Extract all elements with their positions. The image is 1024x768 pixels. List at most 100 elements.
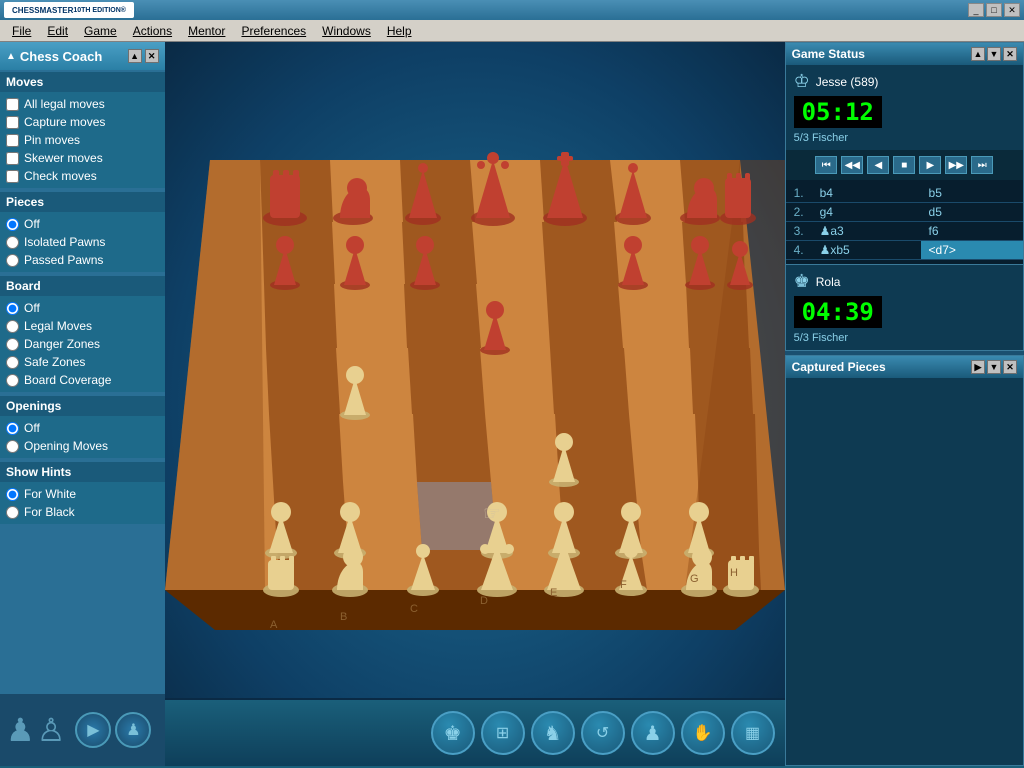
opening-moves-radio[interactable] [6,440,19,453]
radio-opening-moves[interactable]: Opening Moves [6,437,159,455]
board-container[interactable]: ☞ A B C D E F G H [165,42,785,698]
move-black-3[interactable]: f6 [921,222,1023,241]
board-off-radio[interactable] [6,302,19,315]
window-controls[interactable]: _ □ ✕ [968,3,1020,17]
chess-board-svg[interactable]: ☞ A B C D E F G H [165,70,785,670]
grid-button[interactable]: ▦ [731,711,775,755]
grid-toolbar-icon: ▦ [745,723,760,743]
game-status-minimize-button[interactable]: ▼ [987,47,1001,61]
move-row-3[interactable]: 3. ♟a3 f6 [786,222,1023,241]
game-status-controls[interactable]: ▲ ▼ ✕ [971,47,1017,61]
play-button[interactable]: ▶ [75,712,111,748]
app-title-area: CHESSMASTER 10TH EDITION® [4,2,134,18]
radio-pieces-off[interactable]: Off [6,215,159,233]
nav-first-button[interactable]: ⏮ [815,156,837,174]
safe-zones-radio[interactable] [6,356,19,369]
maximize-window-button[interactable]: □ [986,3,1002,17]
checkbox-capture-moves[interactable]: Capture moves [6,113,159,131]
passed-pawns-radio[interactable] [6,254,19,267]
move-black-1[interactable]: b5 [921,184,1023,203]
menu-actions[interactable]: Actions [125,22,180,40]
capture-moves-checkbox[interactable] [6,116,19,129]
pieces-off-label: Off [24,217,40,231]
radio-for-white[interactable]: For White [6,485,159,503]
coach-minimize-button[interactable]: ▲ [128,49,142,63]
hand-button[interactable]: ✋ [681,711,725,755]
isolated-pawns-radio[interactable] [6,236,19,249]
captured-minimize-button[interactable]: ▼ [987,360,1001,374]
nav-stop-button[interactable]: ■ [893,156,915,174]
pin-moves-checkbox[interactable] [6,134,19,147]
radio-for-black[interactable]: For Black [6,503,159,521]
all-legal-moves-label: All legal moves [24,97,105,111]
danger-zones-radio[interactable] [6,338,19,351]
all-legal-moves-checkbox[interactable] [6,98,19,111]
move-white-4[interactable]: ♟xb5 [812,241,921,260]
openings-off-radio[interactable] [6,422,19,435]
move-black-2[interactable]: d5 [921,203,1023,222]
menu-preferences[interactable]: Preferences [233,22,314,40]
knight-button[interactable]: ♞ [531,711,575,755]
pieces-section: Pieces Off Isolated Pawns Passed Pawns [0,192,165,272]
board-coverage-radio[interactable] [6,374,19,387]
menu-windows[interactable]: Windows [314,22,379,40]
radio-legal-moves[interactable]: Legal Moves [6,317,159,335]
move-row-2[interactable]: 2. g4 d5 [786,203,1023,222]
moves-table: 1. b4 b5 2. g4 d5 3. ♟a3 f6 [786,184,1023,260]
menu-file[interactable]: File [4,22,39,40]
menu-game[interactable]: Game [76,22,125,40]
menu-help[interactable]: Help [379,22,420,40]
nav-next-button[interactable]: ▶ [919,156,941,174]
svg-text:C: C [410,603,418,615]
for-black-radio[interactable] [6,506,19,519]
game-status-close-button[interactable]: ✕ [1003,47,1017,61]
move-white-3[interactable]: ♟a3 [812,222,921,241]
game-status-pin-button[interactable]: ▲ [971,47,985,61]
checkbox-all-legal-moves[interactable]: All legal moves [6,95,159,113]
move-number-1: 1. [786,184,812,203]
skewer-moves-checkbox[interactable] [6,152,19,165]
radio-board-coverage[interactable]: Board Coverage [6,371,159,389]
player2-name: Rola [816,275,841,289]
move-black-4[interactable]: <d7> [921,241,1023,260]
checkbox-check-moves[interactable]: Check moves [6,167,159,185]
analysis-button[interactable]: ↺ [581,711,625,755]
moves-button[interactable]: ♟ [631,711,675,755]
captured-pin-button[interactable]: ▶ [971,360,985,374]
king-button[interactable]: ♚ [431,711,475,755]
radio-isolated-pawns[interactable]: Isolated Pawns [6,233,159,251]
play-control-buttons[interactable]: ▶ ♟ [75,712,151,748]
radio-board-off[interactable]: Off [6,299,159,317]
nav-last-button[interactable]: ⏭ [971,156,993,174]
radio-danger-zones[interactable]: Danger Zones [6,335,159,353]
nav-next-fast-button[interactable]: ▶▶ [945,156,967,174]
nav-prev-fast-button[interactable]: ◀◀ [841,156,863,174]
checkbox-skewer-moves[interactable]: Skewer moves [6,149,159,167]
captured-close-button[interactable]: ✕ [1003,360,1017,374]
for-white-radio[interactable] [6,488,19,501]
board-view-button[interactable]: ⊞ [481,711,525,755]
menu-edit[interactable]: Edit [39,22,76,40]
menu-mentor[interactable]: Mentor [180,22,233,40]
radio-passed-pawns[interactable]: Passed Pawns [6,251,159,269]
coach-close-button[interactable]: ✕ [145,49,159,63]
close-window-button[interactable]: ✕ [1004,3,1020,17]
move-row-1[interactable]: 1. b4 b5 [786,184,1023,203]
move-white-1[interactable]: b4 [812,184,921,203]
pieces-off-radio[interactable] [6,218,19,231]
captured-pieces-controls[interactable]: ▶ ▼ ✕ [971,360,1017,374]
player2-icon: ♚ [794,271,810,292]
radio-safe-zones[interactable]: Safe Zones [6,353,159,371]
move-white-2[interactable]: g4 [812,203,921,222]
coach-controls[interactable]: ▲ ✕ [128,49,159,63]
legal-moves-radio[interactable] [6,320,19,333]
checkbox-pin-moves[interactable]: Pin moves [6,131,159,149]
minimize-window-button[interactable]: _ [968,3,984,17]
nav-prev-button[interactable]: ◀ [867,156,889,174]
radio-openings-off[interactable]: Off [6,419,159,437]
hint-button[interactable]: ♟ [115,712,151,748]
nav-controls[interactable]: ⏮ ◀◀ ◀ ■ ▶ ▶▶ ⏭ [786,150,1023,180]
move-row-4[interactable]: 4. ♟xb5 <d7> [786,241,1023,260]
check-moves-label: Check moves [24,169,97,183]
check-moves-checkbox[interactable] [6,170,19,183]
